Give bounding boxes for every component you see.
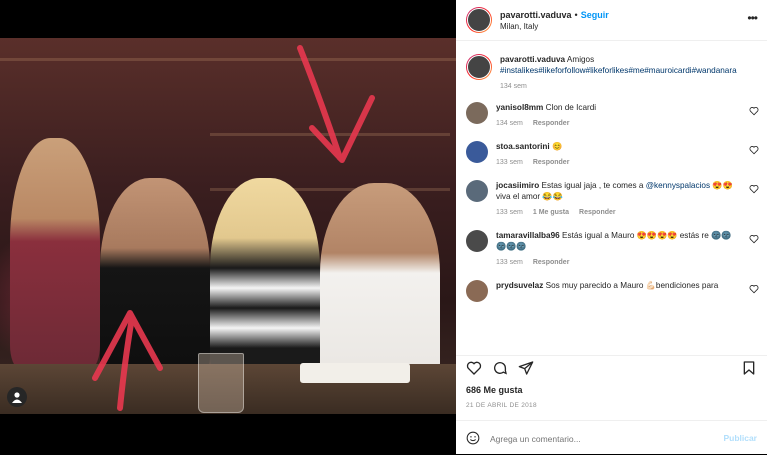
caption: pavarotti.vaduva Amigos #instalikes#like… — [456, 54, 767, 92]
comment-time: 133 sem — [496, 259, 523, 266]
commenter-avatar[interactable] — [466, 141, 488, 163]
commenter-avatar[interactable] — [466, 280, 488, 302]
comment-username[interactable]: prydsuvelaz — [496, 281, 543, 290]
reply-button[interactable]: Responder — [533, 120, 570, 127]
photo-pane — [0, 0, 456, 454]
comments-list[interactable]: pavarotti.vaduva Amigos #instalikes#like… — [456, 41, 767, 353]
comment-item: prydsuvelaz Sos muy parecido a Mauro 💪🏻b… — [456, 280, 767, 302]
comment-input[interactable] — [488, 429, 712, 449]
save-bookmark-icon[interactable] — [741, 360, 757, 376]
comment-item: yanisol8mm Clon de Icardi 134 sem Respond… — [456, 102, 767, 129]
reply-button[interactable]: Responder — [533, 259, 570, 266]
separator-dot: • — [574, 9, 578, 20]
commenter-avatar[interactable] — [466, 180, 488, 202]
author-username[interactable]: pavarotti.vaduva — [500, 10, 572, 20]
caption-username[interactable]: pavarotti.vaduva — [500, 55, 565, 64]
reply-button[interactable]: Responder — [579, 209, 616, 216]
commenter-avatar[interactable] — [466, 102, 488, 124]
comment-text: Clon de Icardi — [545, 103, 597, 112]
caption-text: Amigos — [566, 55, 595, 64]
arrow-top-shaft — [297, 45, 343, 161]
reply-button[interactable]: Responder — [533, 159, 570, 166]
emoji-icon[interactable] — [466, 431, 480, 445]
comment-username[interactable]: tamaravillalba96 — [496, 231, 560, 240]
comment-item: tamaravillalba96 Estás igual a Mauro 😍😍😍… — [456, 230, 767, 268]
comment-item: jocasiimiro Estas igual jaja , te comes … — [456, 180, 767, 218]
share-icon[interactable] — [518, 360, 534, 376]
comment-likes[interactable]: 1 Me gusta — [533, 209, 569, 216]
more-options-icon[interactable]: ••• — [747, 11, 758, 25]
post-header: pavarotti.vaduva • Seguir Milan, Italy ••• — [456, 0, 767, 41]
post-sidebar: pavarotti.vaduva • Seguir Milan, Italy •••… — [456, 0, 767, 454]
comment-text: Estas igual jaja , te comes a — [541, 181, 644, 190]
comment-text: 😊 — [551, 142, 563, 151]
comment-item: stoa.santorini 😊 133 sem Responder — [456, 141, 767, 168]
like-comment-heart-icon[interactable] — [749, 234, 759, 244]
comment-username[interactable]: yanisol8mm — [496, 103, 543, 112]
annotation-arrows — [92, 45, 375, 411]
post-date: 21 DE ABRIL DE 2018 — [466, 402, 537, 409]
follow-button[interactable]: Seguir — [581, 10, 609, 20]
comment-username[interactable]: jocasiimiro — [496, 181, 539, 190]
likes-count[interactable]: 686 Me gusta — [466, 385, 523, 395]
publish-button[interactable]: Publicar — [723, 433, 757, 443]
action-bar — [456, 355, 767, 380]
comment-username[interactable]: stoa.santorini — [496, 142, 550, 151]
add-comment-bar: Publicar — [456, 420, 767, 455]
like-comment-heart-icon[interactable] — [749, 145, 759, 155]
caption-time: 134 sem — [500, 83, 527, 90]
like-comment-heart-icon[interactable] — [749, 184, 759, 194]
user-icon — [12, 392, 22, 403]
comment-icon[interactable] — [492, 360, 508, 376]
post-location[interactable]: Milan, Italy — [500, 21, 609, 33]
tagged-user-badge[interactable] — [7, 387, 27, 407]
author-avatar[interactable] — [466, 7, 492, 33]
comment-time: 133 sem — [496, 159, 523, 166]
caption-hashtags[interactable]: #instalikes#likeforfollow#likeforlikes#m… — [500, 66, 737, 75]
comment-time: 134 sem — [496, 120, 523, 127]
commenter-avatar[interactable] — [466, 230, 488, 252]
comment-text: Sos muy parecido a Mauro 💪🏻bendiciones p… — [545, 281, 719, 290]
post-photo[interactable] — [0, 38, 456, 414]
like-comment-heart-icon[interactable] — [749, 284, 759, 294]
comment-time: 133 sem — [496, 209, 523, 216]
comment-mention[interactable]: @kennyspalacios — [646, 181, 710, 190]
like-heart-icon[interactable] — [466, 360, 482, 376]
like-comment-heart-icon[interactable] — [749, 106, 759, 116]
caption-avatar[interactable] — [466, 54, 492, 80]
